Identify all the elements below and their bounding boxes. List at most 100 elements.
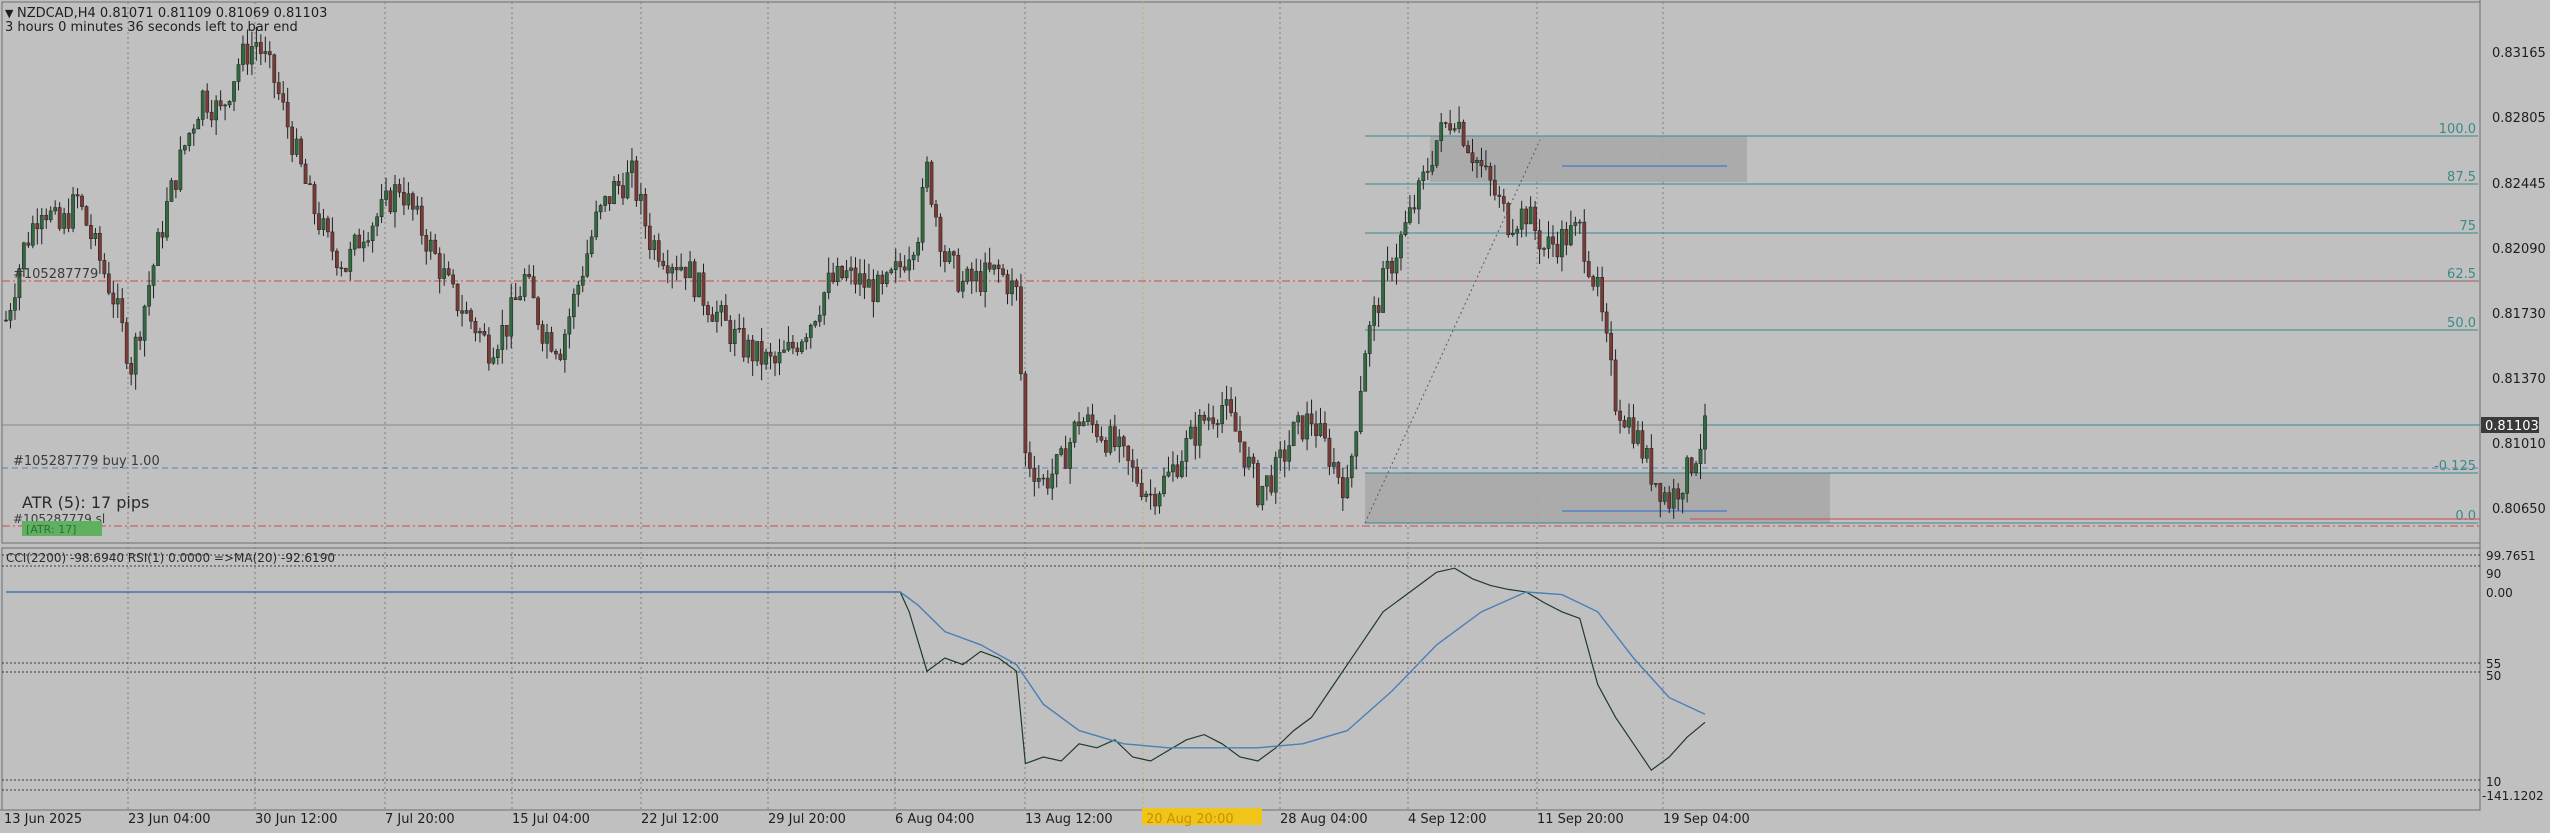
candle-body: [1591, 276, 1596, 287]
candle-body: [732, 328, 737, 344]
candle-body: [1229, 399, 1233, 413]
candle-body: [1533, 206, 1537, 231]
candle-body: [299, 138, 303, 165]
candle-body: [1050, 473, 1055, 489]
candle-body: [393, 184, 397, 213]
candle-body: [996, 264, 1001, 270]
candle-body: [1327, 437, 1332, 467]
candle-body: [1108, 426, 1113, 453]
fib-label: 50.0: [2447, 316, 2476, 331]
candle-body: [612, 181, 616, 204]
candle-body: [1573, 222, 1578, 226]
candle-body: [1676, 488, 1681, 500]
candle-body: [862, 273, 867, 288]
candle-body: [1390, 260, 1394, 274]
candle-body: [1197, 415, 1202, 446]
candle-body: [13, 297, 17, 311]
candle-body: [160, 232, 165, 238]
candle-body: [858, 273, 862, 285]
candle-body: [1376, 305, 1381, 313]
candle-body: [138, 336, 142, 341]
candle-body: [777, 352, 782, 364]
price-label: 0.81730: [2492, 307, 2546, 322]
candle-body: [898, 261, 903, 268]
candle-body: [943, 251, 947, 262]
candle-body: [1381, 268, 1385, 313]
symbol-header-arrow[interactable]: ▼: [5, 7, 14, 20]
symbol-header: NZDCAD,H4 0.81071 0.81109 0.81069 0.8110…: [17, 6, 327, 21]
candle-body: [1524, 208, 1529, 225]
candle-body: [236, 64, 241, 82]
candle-body: [786, 341, 791, 351]
candle-body: [473, 320, 478, 334]
candle-body: [1528, 206, 1533, 225]
candle-body: [290, 126, 294, 155]
candle-body: [487, 334, 491, 364]
candle-body: [370, 225, 375, 242]
candle-body: [343, 267, 348, 272]
indicator-axis-label: 90: [2486, 567, 2501, 581]
candle-body: [111, 292, 116, 305]
candle-body: [536, 297, 540, 325]
candle-body: [902, 266, 907, 271]
candle-body: [974, 271, 979, 282]
candle-body: [1551, 236, 1555, 245]
price-label: 0.81010: [2492, 437, 2546, 452]
candle-body: [706, 305, 710, 316]
candle-body: [232, 81, 236, 102]
candle-body: [415, 205, 420, 210]
candle-body: [1685, 457, 1689, 494]
candle-body: [1269, 475, 1274, 493]
candle-body: [750, 339, 755, 362]
fib-label: 100.0: [2439, 122, 2476, 137]
candle-body: [223, 104, 227, 107]
candle-body: [1506, 203, 1511, 235]
indicator-axis-label: 0.00: [2486, 586, 2513, 600]
candle-body: [124, 322, 129, 364]
candle-body: [1112, 426, 1117, 448]
candle-body: [1148, 493, 1153, 496]
candle-body: [1649, 448, 1654, 485]
trading-chart[interactable]: 100.0 87.5 75 62.5 50.0 -0.125 0.0 ▼ NZDCAD,H4…: [0, 0, 2550, 833]
candle-body: [35, 223, 40, 230]
candle-body: [276, 82, 281, 94]
candle-body: [411, 193, 415, 210]
candle-body: [303, 163, 308, 184]
candle-body: [737, 327, 742, 330]
candle-body: [768, 351, 773, 357]
candle-body: [822, 292, 827, 316]
candle-body: [1385, 260, 1390, 269]
candle-body: [554, 351, 558, 355]
candle-body: [934, 204, 938, 218]
candle-body: [1296, 415, 1300, 423]
candle-body: [1349, 455, 1354, 479]
candle-body: [165, 201, 169, 238]
candle-body: [527, 274, 531, 277]
candle-body: [106, 273, 111, 294]
candle-body: [361, 241, 366, 249]
candle-body: [1461, 121, 1466, 146]
candle-body: [1354, 431, 1359, 457]
candle-body: [952, 251, 956, 256]
candle-body: [1577, 221, 1582, 224]
candle-body: [688, 261, 692, 279]
candle-body: [187, 132, 192, 146]
candle-body: [174, 180, 178, 190]
indicator-axis-label: 10: [2486, 775, 2501, 789]
candle-body: [419, 205, 424, 236]
candle-body: [715, 311, 719, 322]
candle-body: [969, 268, 974, 282]
candle-body: [567, 316, 572, 335]
candle-body: [1448, 123, 1453, 131]
countdown-text: 3 hours 0 minutes 36 seconds left to bar…: [5, 20, 298, 35]
indicator-axis-label: 50: [2486, 669, 2501, 683]
candle-body: [1488, 165, 1493, 181]
candle-body: [379, 199, 384, 218]
candle-body: [26, 242, 31, 246]
candle-body: [723, 305, 728, 321]
candle-body: [30, 223, 35, 246]
candle-body: [1233, 412, 1238, 432]
candle-body: [1036, 478, 1041, 482]
candle-body: [133, 336, 138, 375]
candle-body: [1515, 228, 1520, 234]
